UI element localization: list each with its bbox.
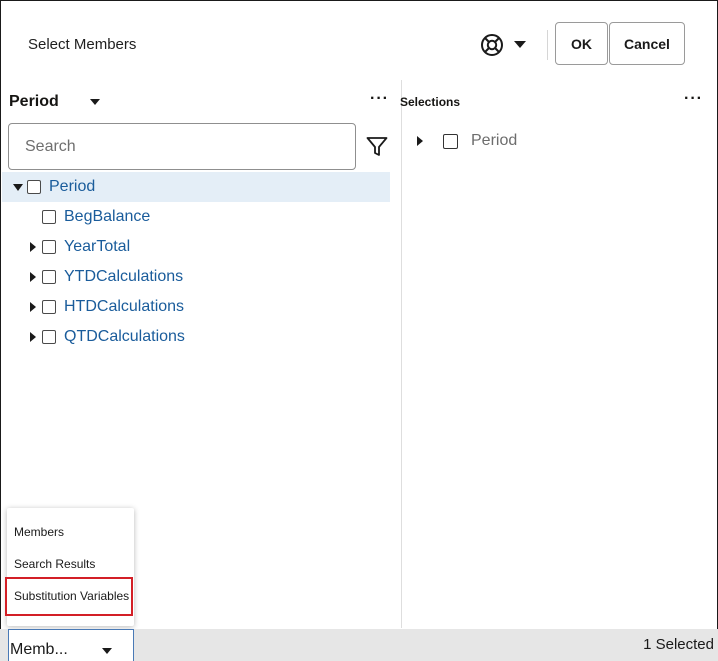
expand-toggle[interactable] bbox=[26, 300, 40, 314]
checkbox[interactable] bbox=[42, 240, 56, 254]
checkbox[interactable] bbox=[443, 133, 458, 149]
selected-count: 1 Selected bbox=[643, 636, 714, 653]
caret-right-icon bbox=[30, 302, 36, 312]
expand-toggle[interactable] bbox=[26, 240, 40, 254]
filter-icon[interactable] bbox=[366, 136, 388, 163]
menu-item-substitution-variables[interactable]: Substitution Variables bbox=[14, 589, 129, 603]
caret-right-icon bbox=[30, 242, 36, 252]
dimension-dropdown-icon[interactable] bbox=[90, 99, 100, 105]
tree-node-label[interactable]: QTDCalculations bbox=[64, 328, 185, 346]
menu-item-members[interactable]: Members bbox=[14, 525, 64, 539]
selections-header: Selections bbox=[400, 95, 461, 109]
tree-node-label[interactable]: BegBalance bbox=[64, 208, 150, 226]
right-panel-more-icon[interactable]: ··· bbox=[684, 91, 703, 107]
selection-item-label: Period bbox=[471, 132, 518, 149]
caret-right-icon[interactable] bbox=[417, 136, 423, 146]
panel-divider bbox=[401, 80, 402, 628]
cancel-button[interactable]: Cancel bbox=[609, 22, 685, 65]
expand-toggle[interactable] bbox=[26, 270, 40, 284]
tree-node-ytdcalculations[interactable]: YTDCalculations bbox=[26, 262, 183, 292]
chevron-down-icon bbox=[514, 41, 526, 49]
lifebuoy-icon bbox=[480, 33, 504, 57]
tree-node-label[interactable]: YTDCalculations bbox=[64, 268, 183, 286]
expand-toggle[interactable] bbox=[26, 330, 40, 344]
tree-node-qtdcalculations[interactable]: QTDCalculations bbox=[26, 322, 185, 352]
dimension-label: Period bbox=[9, 93, 59, 110]
tree-node-label[interactable]: HTDCalculations bbox=[64, 298, 184, 316]
toolbar-divider bbox=[547, 30, 548, 60]
view-select[interactable]: Memb... bbox=[8, 629, 134, 661]
help-menu-button[interactable] bbox=[480, 32, 540, 58]
view-select-value: Memb... bbox=[10, 641, 68, 658]
tree-node-label[interactable]: YearTotal bbox=[64, 238, 130, 256]
tree-node-begbalance[interactable]: BegBalance bbox=[26, 202, 150, 232]
search-input[interactable] bbox=[8, 123, 356, 170]
dialog-title: Select Members bbox=[28, 36, 137, 53]
menu-item-search-results[interactable]: Search Results bbox=[14, 557, 95, 571]
tree-node-period[interactable]: Period bbox=[2, 172, 390, 202]
chevron-down-icon bbox=[102, 648, 112, 654]
tree-node-label[interactable]: Period bbox=[49, 178, 95, 196]
checkbox[interactable] bbox=[42, 210, 56, 224]
caret-right-icon bbox=[30, 272, 36, 282]
tree-node-yeartotal[interactable]: YearTotal bbox=[26, 232, 130, 262]
left-panel-more-icon[interactable]: ··· bbox=[370, 91, 389, 107]
checkbox[interactable] bbox=[27, 180, 41, 194]
selection-item-period[interactable]: Period bbox=[417, 130, 517, 152]
checkbox[interactable] bbox=[42, 330, 56, 344]
tree-node-htdcalculations[interactable]: HTDCalculations bbox=[26, 292, 184, 322]
checkbox[interactable] bbox=[42, 300, 56, 314]
caret-right-icon bbox=[30, 332, 36, 342]
ok-button[interactable]: OK bbox=[555, 22, 608, 65]
checkbox[interactable] bbox=[42, 270, 56, 284]
expand-toggle[interactable] bbox=[11, 180, 25, 194]
caret-down-icon bbox=[13, 183, 23, 191]
view-dropdown-menu: Members Search Results Substitution Vari… bbox=[7, 508, 134, 626]
